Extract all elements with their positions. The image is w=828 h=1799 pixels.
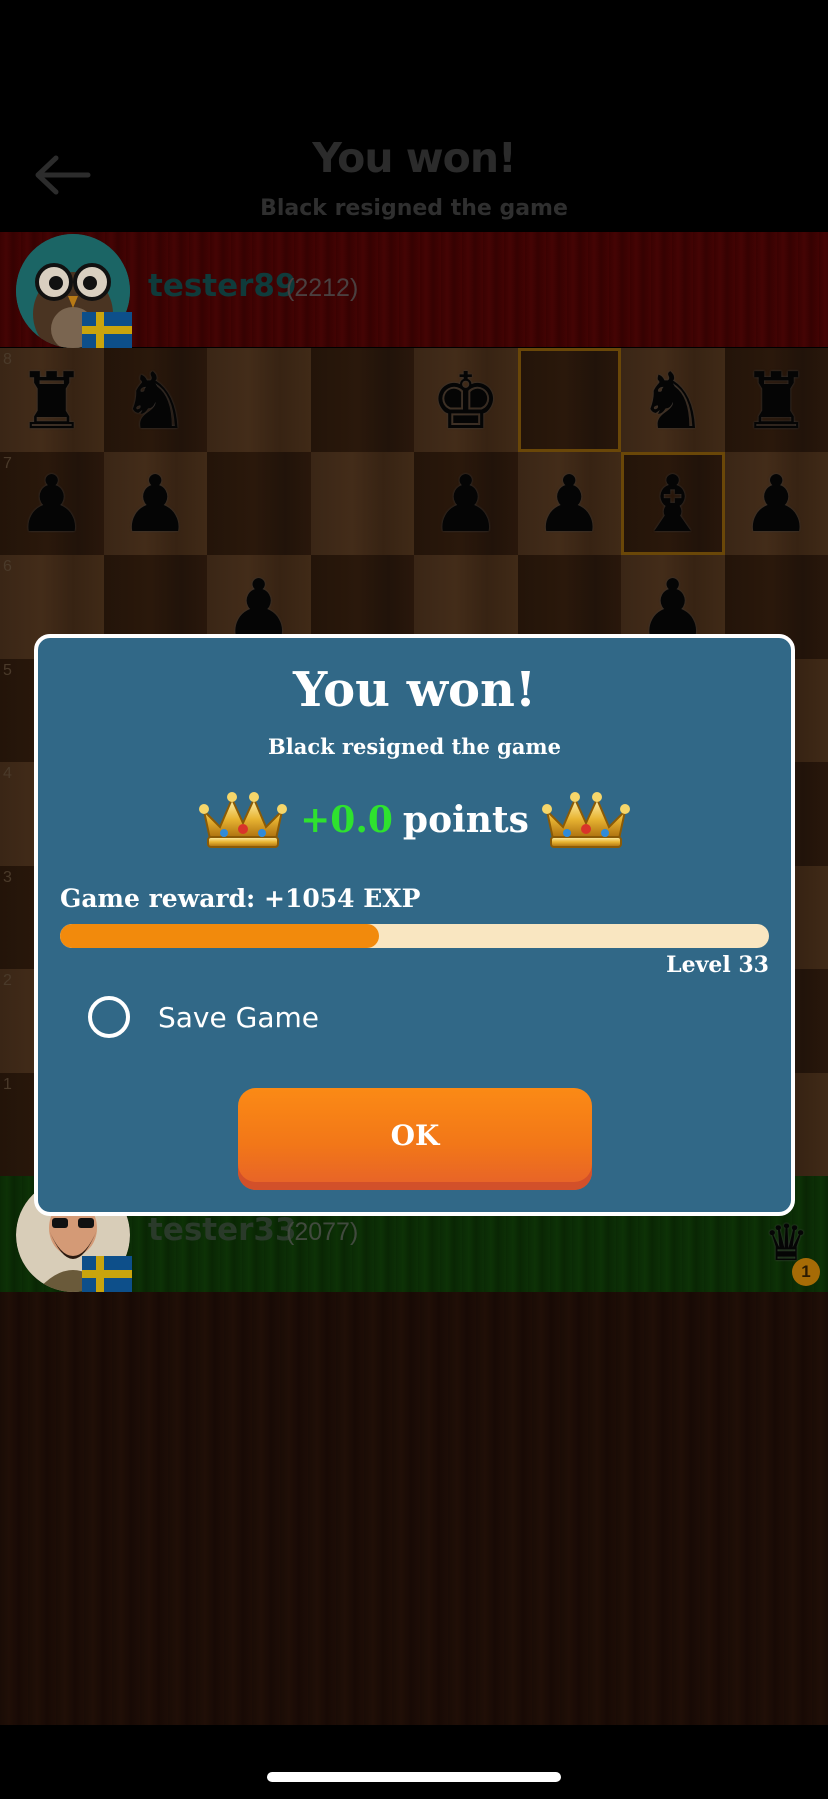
black-piece[interactable]: ♟	[17, 466, 87, 544]
ok-button-label: OK	[390, 1118, 440, 1152]
points-row: +0.0 points	[38, 788, 791, 852]
game-reward: Game reward: +1054 EXP	[60, 884, 421, 913]
rank-label: 7	[3, 454, 12, 472]
player-flag-icon	[82, 1256, 132, 1292]
bottom-wood-area	[0, 1292, 828, 1725]
black-piece[interactable]: ♜	[17, 363, 87, 441]
board-square[interactable]	[207, 451, 311, 555]
board-square[interactable]: ♞	[103, 348, 207, 452]
player-name[interactable]: tester33	[148, 1212, 297, 1248]
level-label: Level 33	[666, 952, 769, 978]
board-square[interactable]: ♟	[414, 451, 518, 555]
rank-label: 8	[3, 351, 12, 368]
board-square[interactable]	[517, 348, 621, 452]
board-square[interactable]: ♚	[414, 348, 518, 452]
player-rating: (2077)	[286, 1218, 359, 1246]
opponent-rating: (2212)	[286, 274, 359, 302]
black-piece[interactable]: ♚	[431, 363, 501, 441]
rank-label: 1	[3, 1075, 12, 1093]
black-piece[interactable]: ♟	[534, 466, 604, 544]
board-square[interactable]: ♞	[621, 348, 725, 452]
black-piece[interactable]: ♟	[741, 466, 811, 544]
points-label: points	[402, 799, 529, 841]
header: You won! Black resigned the game	[0, 0, 828, 232]
board-square[interactable]: ♟	[724, 451, 828, 555]
board-square[interactable]	[310, 451, 414, 555]
save-game-radio[interactable]	[88, 996, 130, 1038]
rank-label: 5	[3, 661, 12, 679]
rank-label: 4	[3, 765, 12, 782]
dialog-subtitle: Black resigned the game	[267, 734, 562, 759]
board-square[interactable]: ♜	[724, 348, 828, 452]
black-piece[interactable]: ♞	[120, 363, 190, 441]
rank-label: 6	[3, 558, 12, 575]
captured-pieces: ♛ 1	[762, 1214, 822, 1286]
black-piece[interactable]: ♟	[120, 466, 190, 544]
page-title: You won!	[312, 134, 517, 182]
ok-button[interactable]: OK	[238, 1088, 592, 1190]
game-result-dialog: You won! Black resigned the game +0.0 po…	[34, 634, 795, 1216]
board-square[interactable]: ♟	[103, 451, 207, 555]
opponent-bar: tester89 (2212)	[0, 232, 828, 348]
opponent-flag-icon	[82, 312, 132, 348]
rank-label: 2	[3, 972, 12, 989]
save-game-label: Save Game	[158, 1000, 319, 1034]
opponent-name[interactable]: tester89	[148, 268, 297, 304]
black-piece[interactable]: ♟	[431, 466, 501, 544]
xp-progress-bar	[60, 924, 769, 948]
board-square[interactable]: ♟	[517, 451, 621, 555]
board-square[interactable]: 8 ♜	[0, 348, 104, 452]
points-value: +0.0	[300, 799, 393, 841]
system-bottom-bar	[0, 1725, 828, 1799]
save-game-option[interactable]: Save Game	[88, 992, 319, 1042]
black-piece[interactable]: ♜	[741, 363, 811, 441]
page-subtitle: Black resigned the game	[260, 196, 568, 221]
black-piece[interactable]: ♞	[638, 363, 708, 441]
home-indicator[interactable]	[267, 1772, 561, 1782]
board-square[interactable]: 7 ♟	[0, 451, 104, 555]
board-square[interactable]	[207, 348, 311, 452]
board-square[interactable]: ♝	[621, 451, 725, 555]
crown-icon	[541, 792, 630, 848]
xp-progress-fill	[60, 924, 380, 948]
dialog-title: You won!	[292, 662, 537, 718]
board-square[interactable]	[310, 348, 414, 452]
crown-icon	[199, 792, 288, 848]
black-piece[interactable]: ♝	[638, 466, 708, 544]
rank-label: 3	[3, 868, 12, 886]
captured-count-badge: 1	[792, 1258, 820, 1286]
